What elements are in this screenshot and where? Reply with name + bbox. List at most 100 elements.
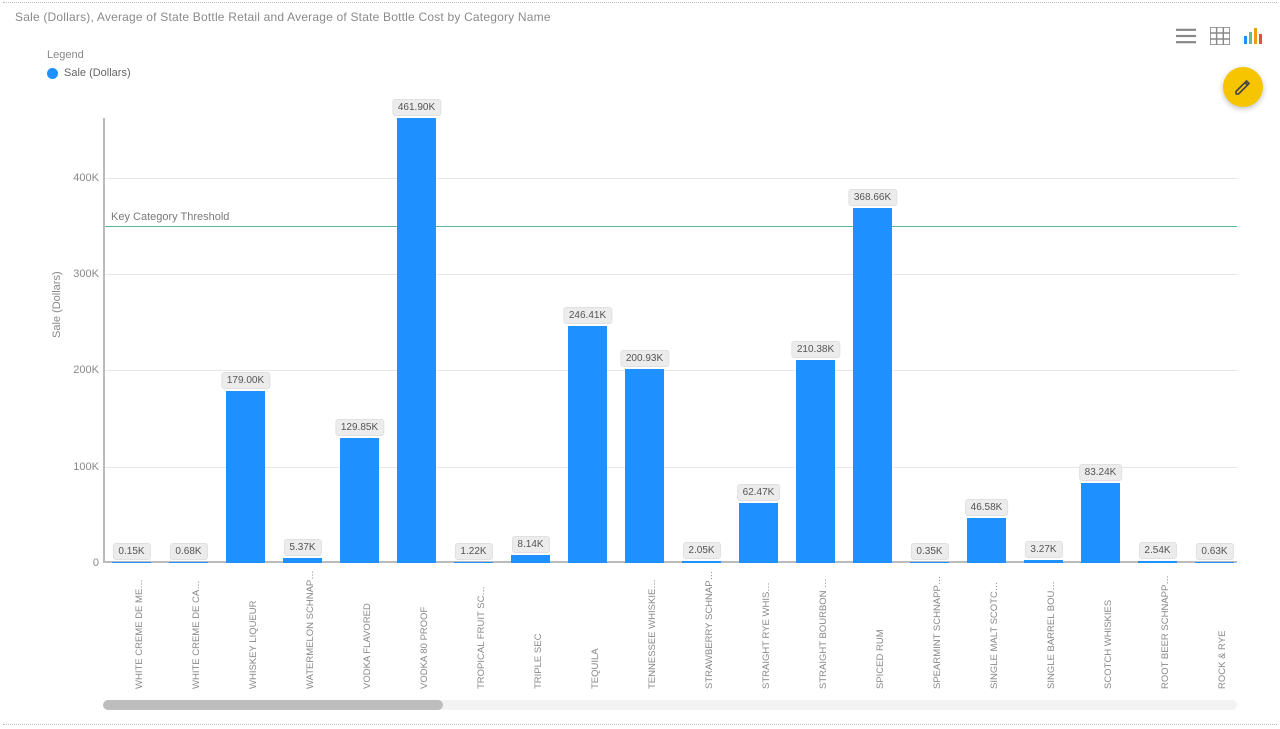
bar-slot: 0.15K xyxy=(103,118,160,563)
x-tick-label: TEQUILA xyxy=(590,569,601,689)
bar[interactable]: 8.14K xyxy=(511,555,550,563)
bar-slot: 2.05K xyxy=(673,118,730,563)
bar-slot: 210.38K xyxy=(787,118,844,563)
bar-value-label: 62.47K xyxy=(737,484,781,501)
x-tick-label: VODKA 80 PROOF xyxy=(419,569,430,689)
x-tick-label: SINGLE MALT SCOTC… xyxy=(989,569,1000,689)
x-tick-label: TENNESSEE WHISKIE… xyxy=(647,569,658,689)
bar-value-label: 5.37K xyxy=(283,539,321,556)
list-icon[interactable] xyxy=(1175,25,1197,47)
bar[interactable]: 0.68K xyxy=(169,562,208,563)
chart-title: Sale (Dollars), Average of State Bottle … xyxy=(15,10,551,24)
x-tick-label: WHISKEY LIQUEUR xyxy=(248,569,259,689)
bar[interactable]: 0.63K xyxy=(1195,562,1234,563)
y-tick-label: 100K xyxy=(63,461,99,473)
y-tick-label: 300K xyxy=(63,268,99,280)
bar[interactable]: 2.54K xyxy=(1138,561,1177,563)
bar-value-label: 0.35K xyxy=(910,543,948,560)
x-tick-label: SINGLE BARREL BOU… xyxy=(1046,569,1057,689)
legend-swatch xyxy=(47,68,58,79)
x-tick-label: WHITE CREME DE CA… xyxy=(191,569,202,689)
toolbar xyxy=(1175,25,1265,47)
bar[interactable]: 179.00K xyxy=(226,391,265,563)
bar-slot: 5.37K xyxy=(274,118,331,563)
legend-item[interactable]: Sale (Dollars) xyxy=(47,67,131,79)
bar-value-label: 8.14K xyxy=(511,536,549,553)
bar[interactable]: 62.47K xyxy=(739,503,778,563)
bar[interactable]: 83.24K xyxy=(1081,483,1120,563)
y-tick-label: 200K xyxy=(63,364,99,376)
x-tick-label: SCOTCH WHISKIES xyxy=(1103,569,1114,689)
x-tick-label: STRAIGHT RYE WHIS… xyxy=(761,569,772,689)
x-tick-label: STRAWBERRY SCHNAP… xyxy=(704,569,715,689)
bar[interactable]: 0.15K xyxy=(112,562,151,563)
y-tick-label: 400K xyxy=(63,172,99,184)
scrollbar-thumb[interactable] xyxy=(103,700,443,710)
chart-icon[interactable] xyxy=(1243,25,1265,47)
bar-slot: 368.66K xyxy=(844,118,901,563)
bar-slot: 62.47K xyxy=(730,118,787,563)
bar-slot: 246.41K xyxy=(559,118,616,563)
bar-value-label: 3.27K xyxy=(1024,541,1062,558)
x-tick-label: STRAIGHT BOURBON … xyxy=(818,569,829,689)
bar-value-label: 0.15K xyxy=(112,543,150,560)
plot-area: 0100K200K300K400KKey Category Threshold … xyxy=(103,118,1237,563)
bar-value-label: 46.58K xyxy=(965,499,1009,516)
bar-value-label: 179.00K xyxy=(221,372,270,389)
bar-slot: 179.00K xyxy=(217,118,274,563)
y-tick-label: 0 xyxy=(63,557,99,569)
bar-slot: 0.63K xyxy=(1186,118,1243,563)
bar-slot: 129.85K xyxy=(331,118,388,563)
bar[interactable]: 368.66K xyxy=(853,208,892,563)
bar[interactable]: 461.90K xyxy=(397,118,436,563)
x-tick-label: ROCK & RYE xyxy=(1217,569,1228,689)
x-tick-label: ROOT BEER SCHNAPP… xyxy=(1160,569,1171,689)
bar[interactable]: 3.27K xyxy=(1024,560,1063,563)
bar[interactable]: 246.41K xyxy=(568,326,607,563)
bar-value-label: 461.90K xyxy=(392,99,441,116)
bar-value-label: 83.24K xyxy=(1079,464,1123,481)
x-tick-label: VODKA FLAVORED xyxy=(362,569,373,689)
bar-slot: 3.27K xyxy=(1015,118,1072,563)
x-axis-labels: WHITE CREME DE ME… WHITE CREME DE CA… WHIS… xyxy=(103,569,1237,699)
bar-value-label: 368.66K xyxy=(848,189,897,206)
bar-value-label: 2.05K xyxy=(682,542,720,559)
bar-value-label: 0.68K xyxy=(169,543,207,560)
x-tick-label: SPICED RUM xyxy=(875,569,886,689)
bar-value-label: 129.85K xyxy=(335,419,384,436)
bar[interactable]: 210.38K xyxy=(796,360,835,563)
bar-slot: 46.58K xyxy=(958,118,1015,563)
bar-slot: 0.35K xyxy=(901,118,958,563)
bar-slot: 200.93K xyxy=(616,118,673,563)
bar-slot: 0.68K xyxy=(160,118,217,563)
bar-slot: 2.54K xyxy=(1129,118,1186,563)
bar[interactable]: 5.37K xyxy=(283,558,322,563)
bar[interactable]: 1.22K xyxy=(454,562,493,563)
bar[interactable]: 2.05K xyxy=(682,561,721,563)
edit-button[interactable] xyxy=(1223,67,1263,107)
legend: Legend Sale (Dollars) xyxy=(47,49,131,79)
x-tick-label: WHITE CREME DE ME… xyxy=(134,569,145,689)
bar-value-label: 2.54K xyxy=(1138,542,1176,559)
bar-value-label: 200.93K xyxy=(620,350,669,367)
x-tick-label: WATERMELON SCHNAP… xyxy=(305,569,316,689)
bar[interactable]: 0.35K xyxy=(910,562,949,563)
x-tick-label: TRIPLE SEC xyxy=(533,569,544,689)
table-icon[interactable] xyxy=(1209,25,1231,47)
x-tick-label: SPEARMINT SCHNAPP… xyxy=(932,569,943,689)
bar[interactable]: 200.93K xyxy=(625,369,664,563)
legend-item-label: Sale (Dollars) xyxy=(64,67,131,79)
bar-value-label: 246.41K xyxy=(563,307,612,324)
horizontal-scrollbar[interactable] xyxy=(103,700,1237,710)
bar-slot: 8.14K xyxy=(502,118,559,563)
y-axis-label: Sale (Dollars) xyxy=(51,271,63,338)
bar-slot: 1.22K xyxy=(445,118,502,563)
bar[interactable]: 129.85K xyxy=(340,438,379,563)
bar-value-label: 210.38K xyxy=(791,341,840,358)
bar-value-label: 0.63K xyxy=(1195,543,1233,560)
x-tick-label: TROPICAL FRUIT SC… xyxy=(476,569,487,689)
bar-slot: 461.90K xyxy=(388,118,445,563)
bar-slot: 83.24K xyxy=(1072,118,1129,563)
bar-value-label: 1.22K xyxy=(454,543,492,560)
bar[interactable]: 46.58K xyxy=(967,518,1006,563)
